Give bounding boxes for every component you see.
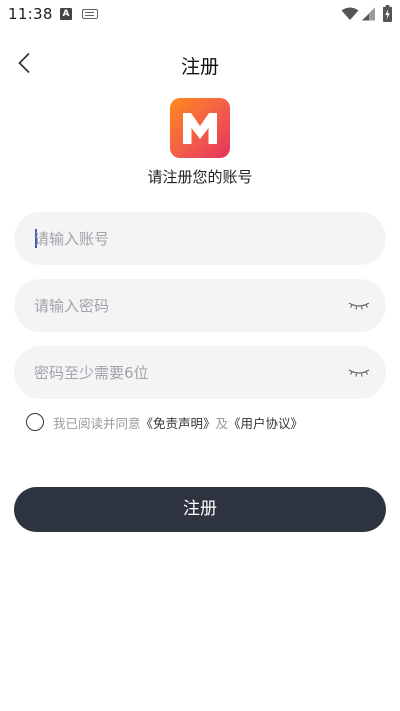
- eye-closed-icon[interactable]: [348, 296, 370, 314]
- account-field-container: [14, 212, 386, 265]
- register-subtitle: 请注册您的账号: [147, 168, 253, 186]
- signal-icon: [361, 7, 375, 21]
- battery-charging-icon: [383, 5, 392, 22]
- account-input[interactable]: [34, 212, 334, 265]
- wifi-icon: [341, 7, 359, 20]
- eye-closed-icon[interactable]: [348, 363, 370, 381]
- confirm-password-input[interactable]: [34, 346, 334, 399]
- register-button[interactable]: 注册: [14, 487, 386, 532]
- confirm-password-field-container: [14, 346, 386, 399]
- agreement-row: 我已阅读并同意 《免责声明》 及 《用户协议》: [26, 411, 303, 433]
- agreement-prefix: 我已阅读并同意: [53, 415, 141, 431]
- app-header: 注册: [0, 40, 400, 86]
- user-agreement-link[interactable]: 《用户协议》: [228, 413, 303, 432]
- password-input[interactable]: [34, 279, 334, 332]
- disclaimer-link[interactable]: 《免责声明》: [141, 413, 216, 432]
- agreement-radio[interactable]: [26, 413, 44, 431]
- android-notification-icon: A: [60, 8, 72, 20]
- keyboard-icon: [82, 9, 98, 19]
- agreement-connector: 及: [215, 415, 229, 431]
- password-field-container: [14, 279, 386, 332]
- status-time: 11:38: [8, 5, 53, 23]
- page-title: 注册: [180, 56, 219, 78]
- logo-m-glyph: [183, 113, 217, 144]
- app-logo: [170, 98, 230, 158]
- status-bar: 11:38 A: [0, 0, 400, 28]
